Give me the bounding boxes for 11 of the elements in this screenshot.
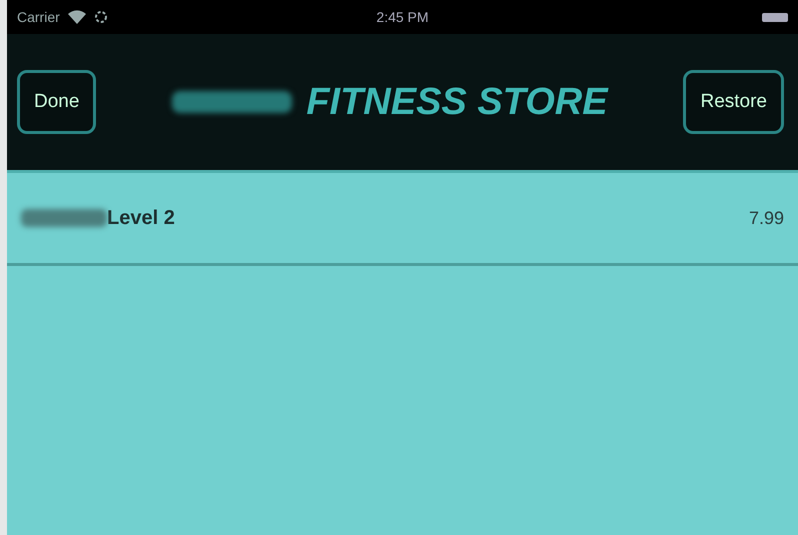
restore-button[interactable]: Restore xyxy=(683,70,784,134)
done-button[interactable]: Done xyxy=(17,70,96,134)
wifi-icon xyxy=(68,10,86,24)
product-row[interactable]: Level 2 7.99 xyxy=(7,173,798,266)
battery-icon xyxy=(762,12,788,22)
carrier-label: Carrier xyxy=(17,9,60,25)
product-name: Level 2 xyxy=(107,206,175,230)
store-title: FITNESS STORE xyxy=(306,80,608,124)
product-price: 7.99 xyxy=(748,208,784,228)
loading-icon xyxy=(94,10,108,24)
status-time: 2:45 PM xyxy=(376,9,429,25)
